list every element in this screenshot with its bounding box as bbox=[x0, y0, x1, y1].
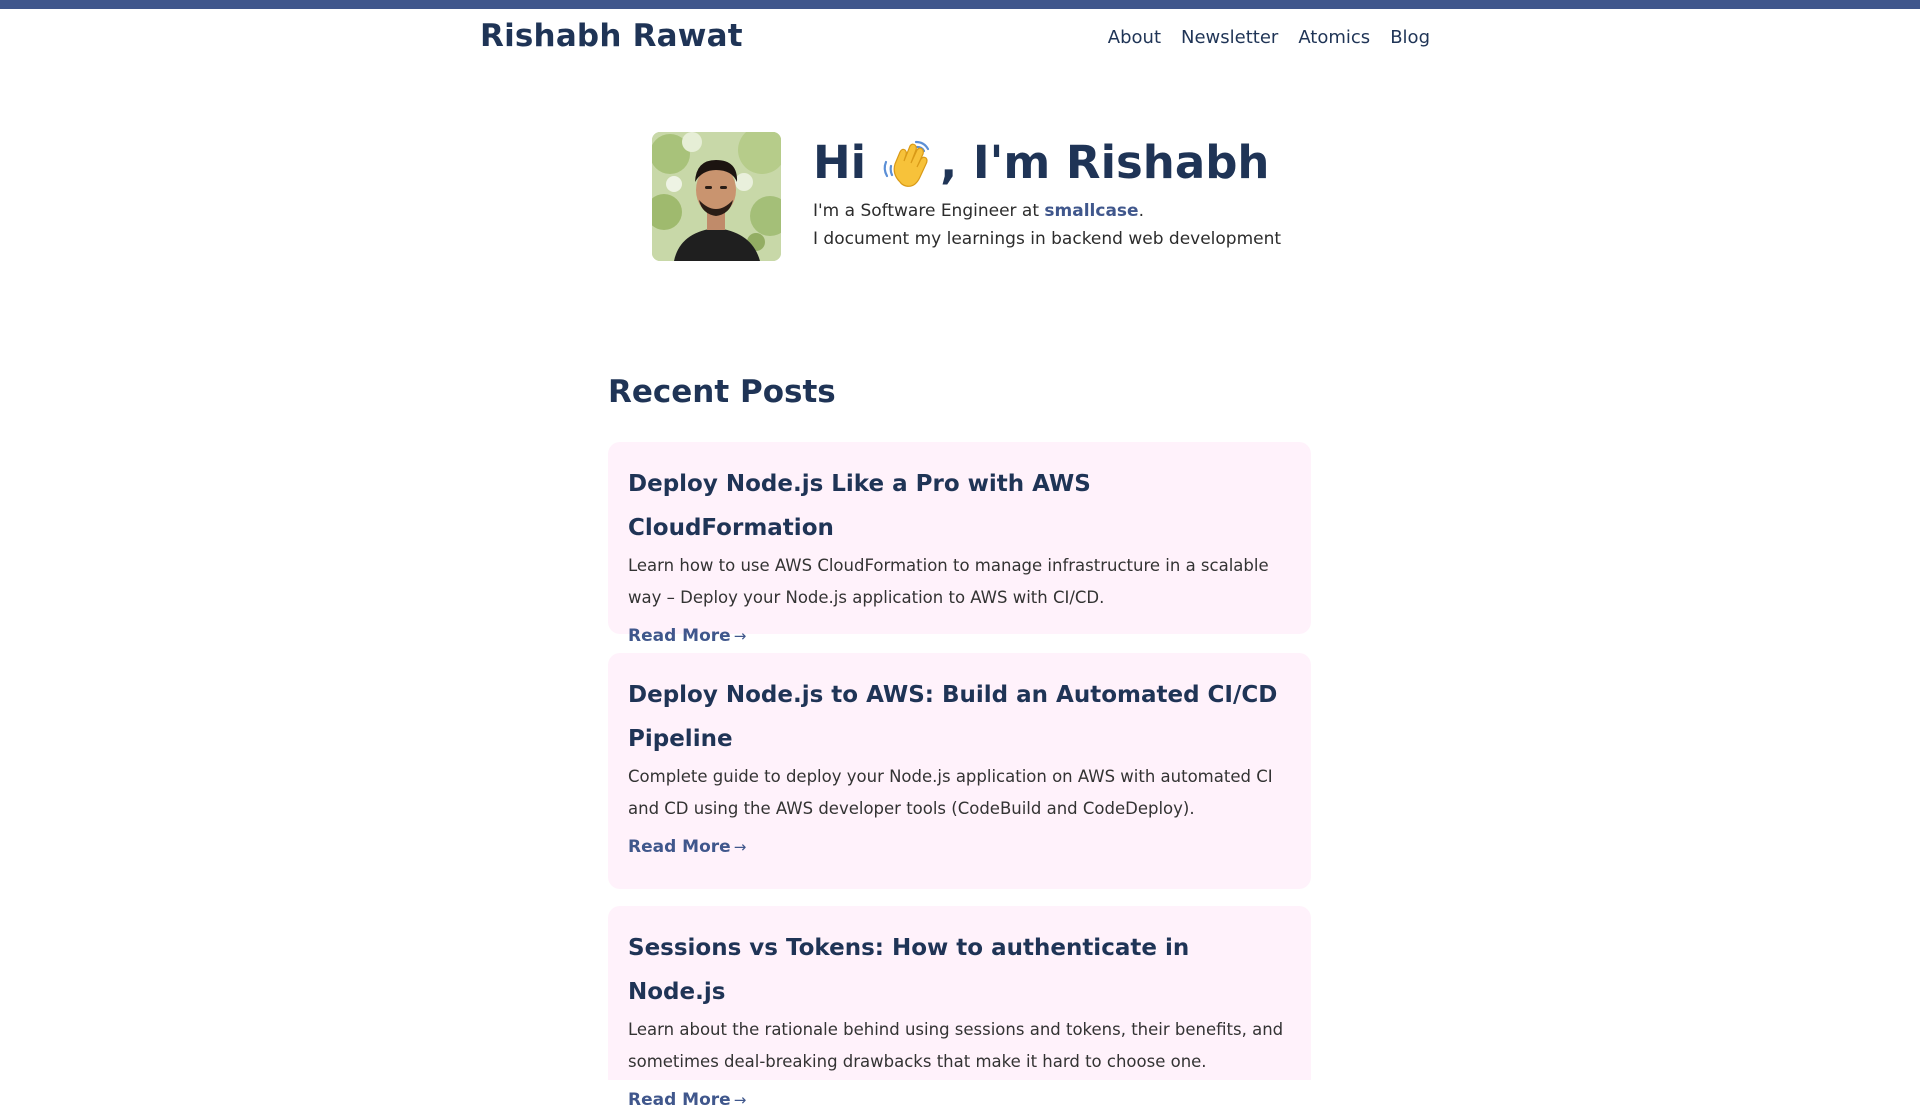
hero-section: Hi , I'm Rishabh I'm a Software Engineer… bbox=[652, 132, 1352, 262]
top-accent-bar bbox=[0, 0, 1920, 9]
greeting-name: , I'm Rishabh bbox=[940, 136, 1270, 189]
site-header: Rishabh Rawat About Newsletter Atomics B… bbox=[480, 9, 1430, 69]
post-card: Deploy Node.js Like a Pro with AWS Cloud… bbox=[608, 442, 1311, 646]
post-card: Deploy Node.js to AWS: Build an Automate… bbox=[608, 653, 1311, 889]
post-title[interactable]: Deploy Node.js to AWS: Build an Automate… bbox=[628, 673, 1291, 761]
greeting-hi: Hi bbox=[813, 136, 867, 189]
read-more-link[interactable]: Read More → bbox=[628, 626, 746, 646]
recent-posts-title: Recent Posts bbox=[608, 374, 836, 410]
nav-blog[interactable]: Blog bbox=[1390, 27, 1430, 48]
hero-tagline: I document my learnings in backend web d… bbox=[813, 228, 1282, 249]
avatar bbox=[652, 132, 781, 261]
hero-text: Hi , I'm Rishabh I'm a Software Engineer… bbox=[813, 134, 1373, 253]
nav-atomics[interactable]: Atomics bbox=[1298, 27, 1370, 48]
post-title[interactable]: Deploy Node.js Like a Pro with AWS Cloud… bbox=[628, 462, 1291, 550]
read-more-label: Read More bbox=[628, 1090, 731, 1110]
waving-hand-icon bbox=[883, 141, 930, 188]
read-more-link[interactable]: Read More → bbox=[628, 1090, 746, 1110]
role-text: I'm a Software Engineer at bbox=[813, 200, 1045, 221]
site-title[interactable]: Rishabh Rawat bbox=[480, 18, 743, 54]
role-period: . bbox=[1138, 200, 1144, 221]
company-link[interactable]: smallcase bbox=[1044, 201, 1138, 221]
nav-about[interactable]: About bbox=[1108, 27, 1161, 48]
post-description: Learn how to use AWS CloudFormation to m… bbox=[628, 556, 1269, 607]
hero-heading: Hi , I'm Rishabh bbox=[813, 134, 1373, 193]
read-more-link[interactable]: Read More → bbox=[628, 837, 746, 857]
arrow-right-icon: → bbox=[733, 838, 747, 856]
arrow-right-icon: → bbox=[733, 627, 747, 645]
hero-role-line: I'm a Software Engineer at smallcase. bbox=[813, 197, 1373, 225]
main-nav: About Newsletter Atomics Blog bbox=[1108, 27, 1430, 48]
avatar-photo bbox=[652, 132, 781, 261]
nav-newsletter[interactable]: Newsletter bbox=[1181, 27, 1278, 48]
post-description: Learn about the rationale behind using s… bbox=[628, 1020, 1284, 1071]
read-more-label: Read More bbox=[628, 626, 731, 646]
post-description: Complete guide to deploy your Node.js ap… bbox=[628, 767, 1273, 818]
arrow-right-icon: → bbox=[733, 1091, 747, 1109]
post-title[interactable]: Sessions vs Tokens: How to authenticate … bbox=[628, 926, 1291, 1014]
post-card: Sessions vs Tokens: How to authenticate … bbox=[608, 906, 1311, 1110]
read-more-label: Read More bbox=[628, 837, 731, 857]
